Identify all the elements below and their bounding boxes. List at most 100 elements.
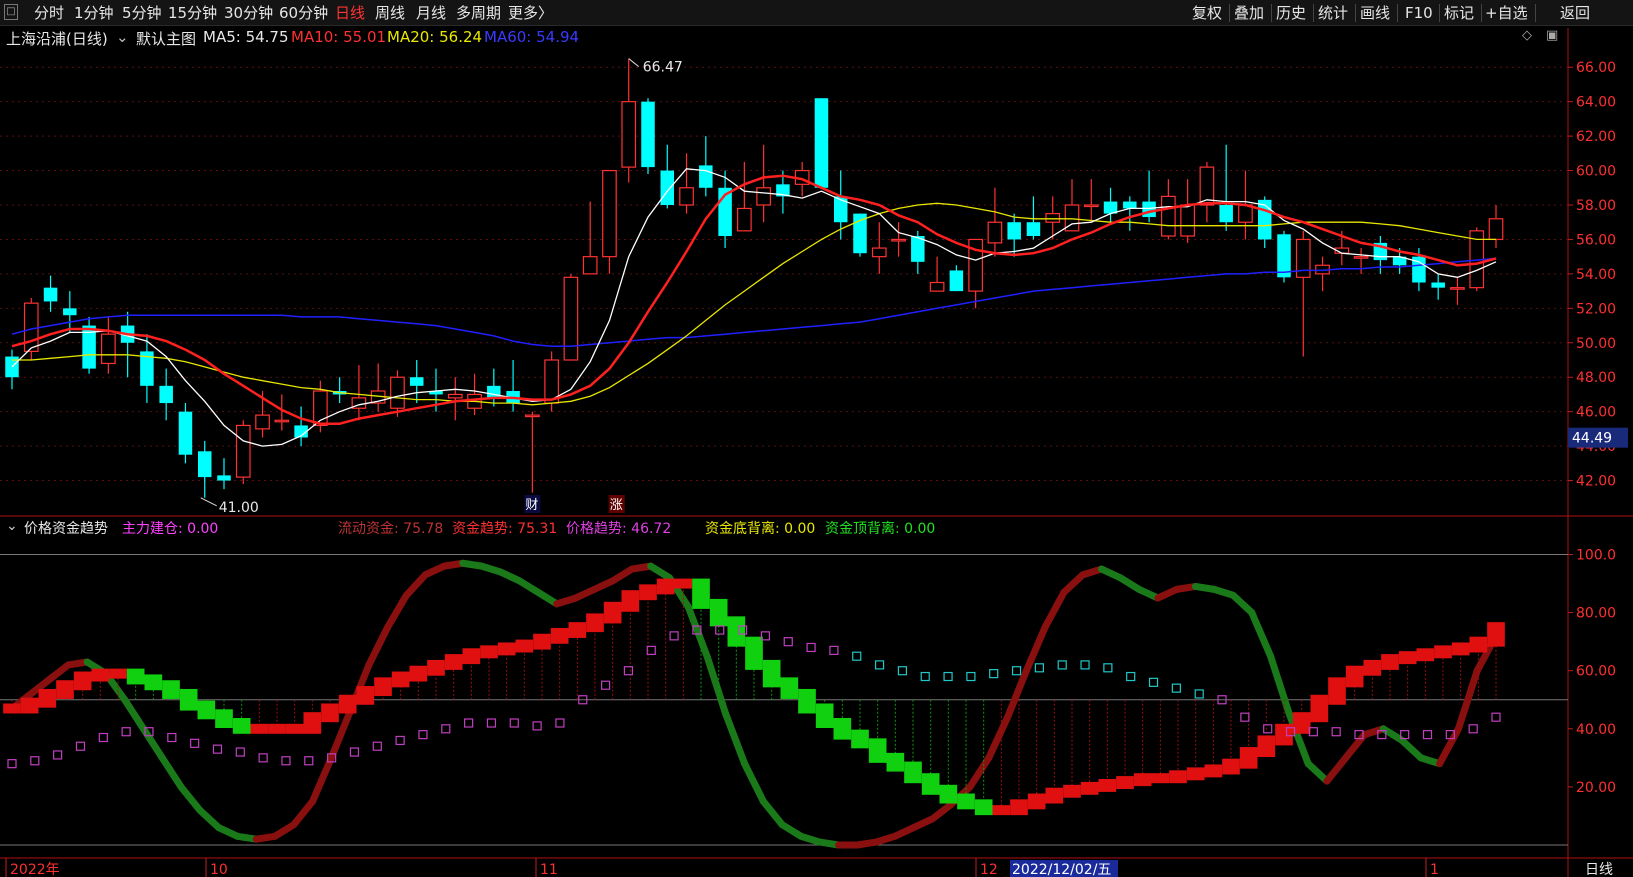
price-trend-block [1292, 712, 1311, 734]
low-label: 41.00 [219, 500, 259, 516]
price-trend-block [268, 723, 286, 734]
candle-body [949, 270, 964, 292]
candle-body [1045, 213, 1061, 223]
price-trend-block [391, 671, 410, 688]
dropdown-icon[interactable]: ⌄ [6, 518, 18, 534]
y-tick-label: 58.00 [1576, 198, 1616, 214]
price-trend-block [38, 688, 57, 708]
zhang-marker: 涨 [610, 498, 623, 513]
ma20-label: MA20: 56.24 [387, 28, 483, 46]
candle-body [602, 169, 617, 258]
candle-body [1123, 201, 1137, 209]
price-trend-block [1451, 642, 1470, 656]
price-trend-block [497, 642, 516, 656]
price-trend-block [444, 654, 463, 670]
candle-body [1238, 204, 1253, 223]
candle-body [1295, 238, 1311, 278]
jgqs-label: 价格趋势: 46.72 [566, 521, 672, 537]
y-tick-label: 60.00 [1576, 664, 1616, 680]
period-label: 日线 [1585, 862, 1613, 877]
candle-body [178, 411, 193, 455]
price-trend-block [727, 616, 746, 647]
price-trend-block [815, 703, 834, 728]
date-cursor-label: 2022/12/02/五 [1012, 862, 1111, 877]
price-trend-block [1116, 776, 1134, 789]
price-trend-block [992, 805, 1011, 816]
zljc-label: 主力建仓: 0.00 [122, 521, 219, 537]
candle-body [487, 385, 501, 398]
y-tick-label: 54.00 [1576, 267, 1616, 283]
price-trend-block [1010, 799, 1028, 816]
candle-body [699, 165, 713, 188]
candle-body [814, 98, 829, 188]
price-trend-block [197, 700, 216, 720]
candle-body [1180, 204, 1195, 237]
price-trend-block [709, 598, 728, 627]
price-trend-block [745, 636, 763, 670]
candle-body [641, 101, 655, 168]
price-trend-block [1133, 773, 1152, 787]
price-trend-block [568, 622, 587, 638]
price-trend-block [868, 738, 887, 763]
price-trend-block [232, 718, 251, 734]
price-trend-block [1416, 648, 1435, 662]
price-trend-block [1328, 677, 1346, 705]
price-trend-block [427, 659, 445, 676]
candle-body [853, 213, 867, 254]
y-tick-label: 46.00 [1576, 405, 1616, 421]
x-tick-label: 11 [540, 862, 558, 877]
price-trend-block [285, 723, 304, 734]
diamond-icon[interactable]: ◇ [1522, 28, 1532, 43]
price-trend-block [1310, 694, 1329, 723]
y-tick-label: 56.00 [1576, 232, 1616, 248]
dropdown-icon[interactable]: ⌄ [116, 28, 129, 46]
candle-body [679, 187, 694, 206]
x-tick-label: 12 [980, 862, 998, 877]
price-trend-block [550, 627, 569, 644]
candle-body [1431, 282, 1445, 288]
price-trend-block [692, 578, 710, 609]
price-trend-block [374, 677, 392, 697]
price-trend-block [639, 584, 657, 601]
price-trend-block [462, 648, 481, 665]
price-trend-block [321, 703, 339, 723]
price-trend-block [957, 793, 975, 810]
price-trend-block [1469, 636, 1488, 653]
price-trend-block [1063, 784, 1081, 798]
price-trend-block [674, 578, 693, 589]
window-icon[interactable]: ▣ [1546, 28, 1558, 43]
price-trend-block [338, 694, 357, 714]
kline-chart[interactable]: 42.0044.0046.0048.0050.0052.0054.0056.00… [0, 0, 1633, 877]
price-trend-block [515, 639, 534, 653]
ma10-label: MA10: 55.01 [291, 28, 387, 46]
price-trend-block [250, 723, 269, 734]
price-tag: 44.49 [1572, 431, 1612, 447]
candle-body [929, 281, 945, 292]
candle-body [390, 376, 405, 409]
y-tick-label: 60.00 [1576, 164, 1616, 180]
price-trend-block [1398, 651, 1417, 665]
y-tick-label: 66.00 [1576, 60, 1616, 76]
price-trend-block [921, 773, 940, 795]
price-trend-block [91, 668, 110, 682]
zjdingbl-label: 资金顶背离: 0.00 [825, 521, 936, 537]
price-trend-block [974, 799, 993, 816]
price-trend-block [162, 680, 180, 699]
candle-body [101, 333, 116, 365]
candle-body [525, 414, 540, 418]
price-trend-block [851, 729, 869, 749]
price-trend-block [1169, 770, 1187, 784]
stock-title: 上海沿浦(日线) [6, 30, 108, 48]
candle-body [621, 101, 637, 168]
price-trend-block [1239, 747, 1258, 769]
price-trend-block [1080, 781, 1099, 795]
indicator-name[interactable]: 价格资金趋势 [24, 518, 108, 538]
high-label: 66.47 [643, 60, 683, 76]
price-trend-block [1345, 665, 1364, 688]
price-trend-block [1487, 622, 1505, 647]
default-chart-label[interactable]: 默认主图 [136, 28, 196, 49]
price-trend-block [1434, 645, 1452, 659]
y-tick-label: 80.00 [1576, 606, 1616, 622]
price-trend-block [1204, 764, 1223, 778]
cai-marker: 财 [525, 498, 538, 513]
